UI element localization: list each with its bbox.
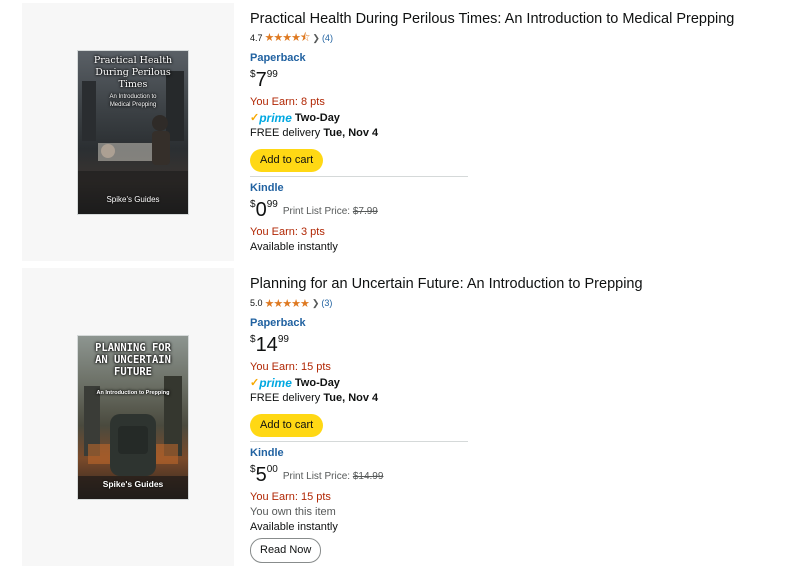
prime-check-icon: ✓	[250, 377, 260, 389]
format-kindle-link[interactable]: Kindle	[250, 446, 800, 460]
product-card: Practical Health During Perilous Times A…	[0, 3, 804, 261]
rating-row[interactable]: 5.0 ★★★★★ ❯ (3)	[250, 297, 800, 310]
prime-speed: Two-Day	[294, 112, 340, 124]
add-to-cart-button[interactable]: Add to cart	[250, 414, 324, 437]
list-price-label: Print List Price:	[282, 206, 353, 217]
prime-check-icon: ✓	[250, 112, 260, 124]
rating-row[interactable]: 4.7 ★★★★⯪ ❯ (4)	[250, 32, 800, 44]
book-cover[interactable]: PLANNING FOR AN UNCERTAIN FUTURE An Intr…	[78, 336, 188, 499]
availability: Available instantly	[250, 521, 338, 533]
chevron-down-icon[interactable]: ❯	[312, 298, 320, 309]
star-icons[interactable]: ★★★★⯪	[265, 29, 311, 48]
book-cover[interactable]: Practical Health During Perilous Times A…	[78, 51, 188, 214]
prime-badge: ✓ prime Two-Day	[250, 376, 800, 391]
kindle-price[interactable]: $ 0 99 Print List Price: $7.99	[250, 198, 800, 224]
product-title[interactable]: Planning for an Uncertain Future: An Int…	[250, 275, 800, 293]
print-list-price: Print List Price: $14.99	[283, 464, 384, 490]
cover-subtitle: An Introduction to Medical Prepping	[109, 94, 157, 108]
review-count[interactable]: (4)	[322, 33, 333, 43]
price-whole: 0	[255, 199, 267, 221]
add-to-cart-button[interactable]: Add to cart	[250, 149, 324, 172]
availability: Available instantly	[250, 241, 338, 253]
delivery-info: FREE delivery Tue, Nov 4	[250, 126, 800, 141]
divider	[250, 441, 468, 442]
cover-author: Spike's Guides	[102, 479, 164, 489]
delivery-date: Tue, Nov 4	[323, 392, 379, 404]
divider	[250, 176, 468, 177]
delivery-prefix: FREE delivery	[250, 392, 324, 404]
rating-value: 5.0	[250, 298, 263, 308]
format-kindle-link[interactable]: Kindle	[250, 181, 800, 195]
list-price-value: $14.99	[352, 471, 384, 482]
product-info: Planning for an Uncertain Future: An Int…	[250, 275, 800, 563]
product-image-panel[interactable]: PLANNING FOR AN UNCERTAIN FUTURE An Intr…	[22, 268, 234, 566]
prime-badge: ✓ prime Two-Day	[250, 111, 800, 126]
paperback-price[interactable]: $ 7 99	[250, 68, 800, 94]
list-price-value: $7.99	[352, 206, 378, 217]
cover-title: PLANNING FOR AN UNCERTAIN FUTURE	[95, 342, 171, 378]
delivery-prefix: FREE delivery	[250, 127, 324, 139]
price-fraction: 99	[277, 334, 289, 345]
ownership-status: You own this item	[250, 506, 336, 518]
cover-title: Practical Health During Perilous Times	[93, 55, 173, 90]
product-title[interactable]: Practical Health During Perilous Times: …	[250, 10, 800, 28]
prime-logo: prime	[259, 376, 292, 390]
earn-points: You Earn: 8 pts	[250, 96, 325, 108]
price-fraction: 99	[266, 199, 278, 210]
price-fraction: 00	[266, 464, 278, 475]
price-whole: 14	[255, 334, 278, 356]
rating-value: 4.7	[250, 33, 263, 43]
product-info: Practical Health During Perilous Times: …	[250, 10, 800, 255]
read-now-button[interactable]: Read Now	[250, 538, 322, 563]
format-paperback-link[interactable]: Paperback	[250, 51, 800, 65]
earn-points: You Earn: 15 pts	[250, 361, 331, 373]
cover-subtitle: An Introduction to Prepping	[96, 390, 170, 396]
format-paperback-link[interactable]: Paperback	[250, 316, 800, 330]
product-card: PLANNING FOR AN UNCERTAIN FUTURE An Intr…	[0, 268, 804, 566]
price-fraction: 99	[266, 69, 278, 80]
paperback-price[interactable]: $ 14 99	[250, 333, 800, 359]
star-icons[interactable]: ★★★★★	[265, 297, 310, 310]
prime-logo: prime	[259, 111, 292, 125]
review-count[interactable]: (3)	[321, 298, 332, 308]
delivery-info: FREE delivery Tue, Nov 4	[250, 391, 800, 406]
product-image-panel[interactable]: Practical Health During Perilous Times A…	[22, 3, 234, 261]
earn-points: You Earn: 3 pts	[250, 226, 325, 238]
print-list-price: Print List Price: $7.99	[283, 199, 378, 225]
chevron-down-icon[interactable]: ❯	[312, 33, 320, 44]
delivery-date: Tue, Nov 4	[323, 127, 379, 139]
prime-speed: Two-Day	[294, 377, 340, 389]
price-whole: 5	[255, 464, 267, 486]
list-price-label: Print List Price:	[282, 471, 353, 482]
cover-author: Spike's Guides	[106, 195, 160, 204]
price-whole: 7	[255, 69, 267, 91]
kindle-price[interactable]: $ 5 00 Print List Price: $14.99	[250, 463, 800, 489]
earn-points: You Earn: 15 pts	[250, 491, 331, 503]
